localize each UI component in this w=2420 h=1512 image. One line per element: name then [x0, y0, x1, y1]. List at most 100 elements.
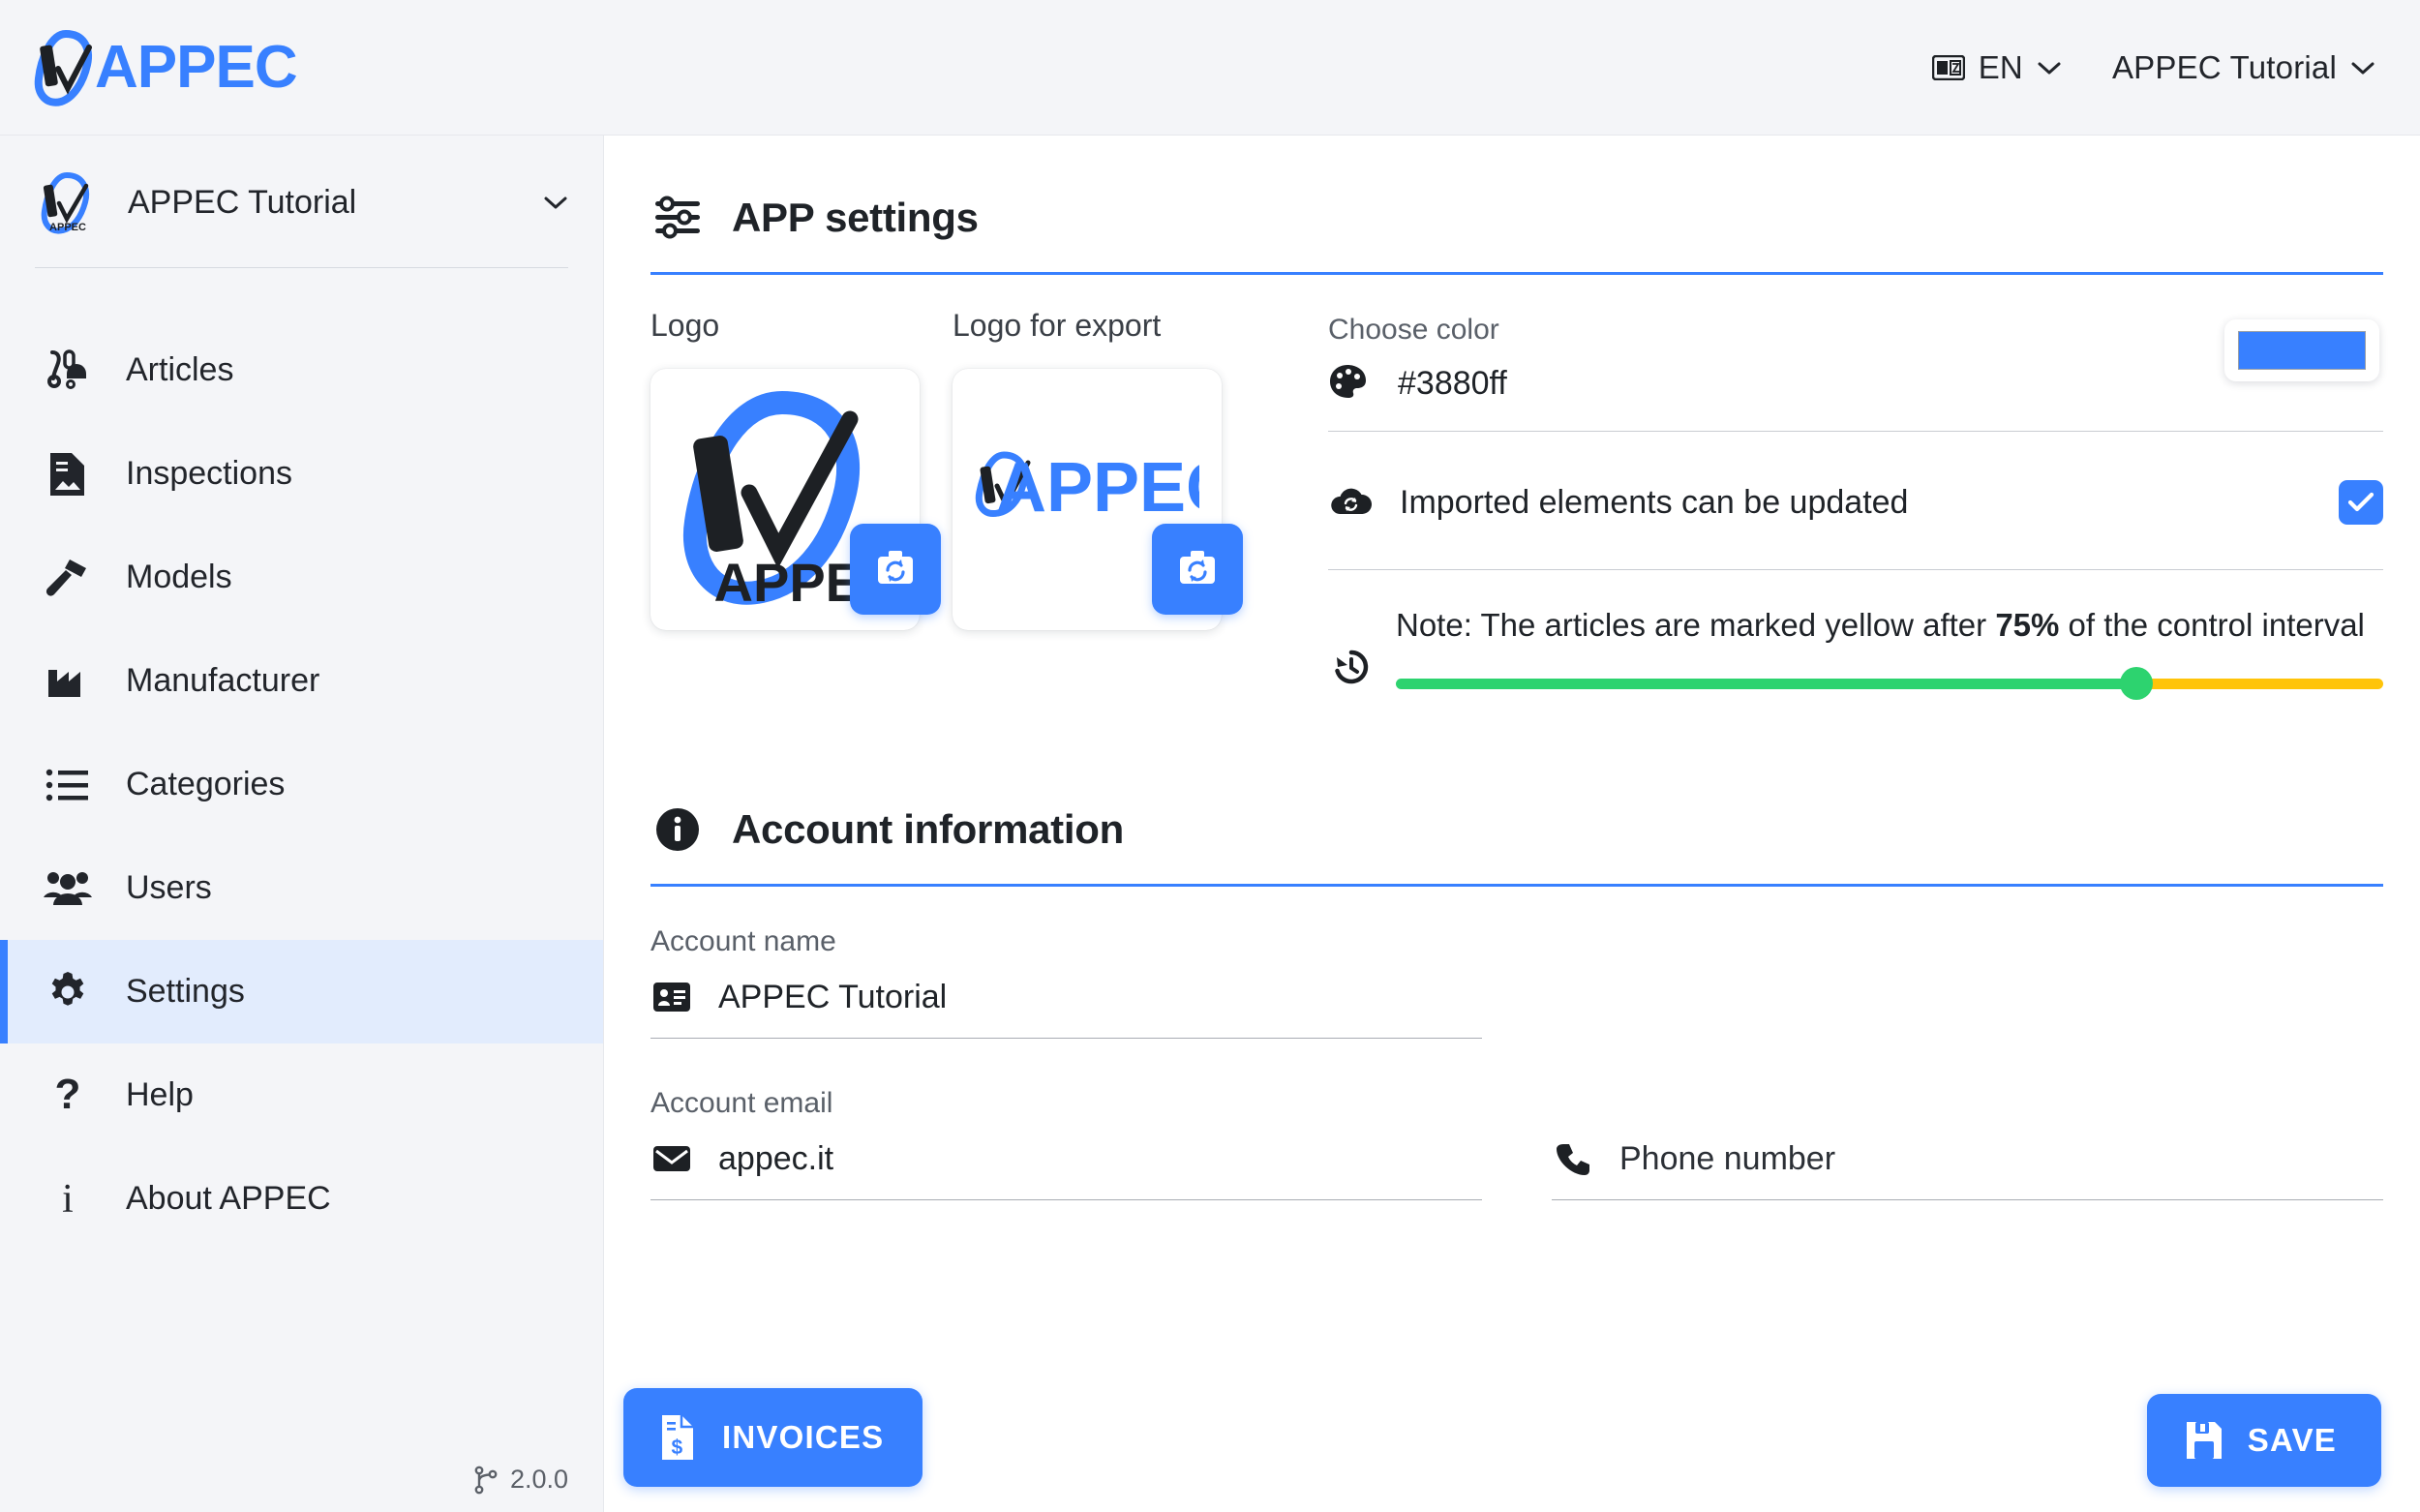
phone-number-input[interactable]: Phone number: [1552, 1120, 2383, 1201]
color-picker-button[interactable]: [2224, 319, 2379, 381]
logo-caption: Logo: [650, 308, 720, 343]
sidebar-item-models[interactable]: Models: [0, 526, 603, 629]
control-interval-note: Note: The articles are marked yellow aft…: [1396, 605, 2383, 646]
sidebar-item-categories[interactable]: Categories: [0, 733, 603, 836]
account-name-input[interactable]: APPEC Tutorial: [650, 958, 1482, 1040]
account-selector[interactable]: APPEC Tutorial: [2112, 49, 2375, 86]
color-value: #3880ff: [1398, 365, 1507, 402]
sidebar-item-label: Users: [126, 869, 212, 906]
phone-icon: [1552, 1137, 1594, 1180]
sidebar-item-about-appec[interactable]: i About APPEC: [0, 1147, 603, 1251]
language-selector[interactable]: EN: [1931, 48, 2062, 86]
sliders-icon: [650, 191, 705, 245]
language-label: EN: [1978, 48, 2023, 85]
account-email-input[interactable]: appec.it: [650, 1120, 1482, 1201]
logo-export-column: Logo for export APPEC: [953, 308, 1243, 700]
sidebar-item-label: Inspections: [126, 455, 292, 492]
git-branch-icon: [474, 1466, 498, 1494]
brand-name: APPEC: [95, 33, 298, 101]
account-name-spacer: [1552, 925, 2383, 1039]
phone-number-field: Phone number: [1552, 1087, 2383, 1201]
factory-icon: [43, 656, 93, 707]
check-icon: [2347, 492, 2375, 512]
appec-carabiner-logo-icon: [34, 29, 92, 106]
document-image-icon: [43, 449, 93, 499]
logo-export-caption: Logo for export: [953, 308, 1162, 343]
sidebar-item-label: Help: [126, 1076, 194, 1113]
brand-logo[interactable]: APPEC: [29, 26, 298, 109]
imported-updatable-checkbox[interactable]: [2339, 480, 2383, 525]
top-header: APPEC EN APPEC Tutorial: [0, 0, 2420, 136]
account-section-rule: [650, 884, 2383, 888]
app-body: APPEC APPEC Tutorial Articles Inspection…: [0, 136, 2420, 1512]
note-suffix: of the control interval: [2059, 607, 2365, 643]
save-button[interactable]: SAVE: [2146, 1394, 2381, 1487]
translate-icon: [1931, 54, 1965, 80]
svg-text:APPEC: APPEC: [996, 449, 1199, 527]
hammer-icon: [43, 553, 93, 603]
app-version: 2.0.0: [473, 1465, 568, 1495]
sidebar-item-settings[interactable]: Settings: [0, 940, 603, 1043]
sidebar-item-label: Articles: [126, 351, 234, 388]
logo-card[interactable]: APPEC: [650, 369, 941, 630]
color-swatch: [2238, 331, 2366, 370]
account-name-label: Account name: [650, 925, 836, 958]
sidebar-item-label: About APPEC: [126, 1180, 331, 1217]
account-name-row: Account name APPEC Tutorial: [650, 925, 2383, 1040]
sidebar-item-users[interactable]: Users: [0, 836, 603, 940]
account-selector-label: APPEC Tutorial: [2111, 48, 2337, 85]
info-circle-icon: [650, 802, 705, 857]
floppy-disk-icon: [2186, 1422, 2222, 1459]
phone-number-label: [1552, 1087, 2383, 1120]
invoices-button-label: INVOICES: [722, 1419, 885, 1455]
gear-icon: [43, 967, 93, 1017]
sidebar: APPEC APPEC Tutorial Articles Inspection…: [0, 136, 604, 1512]
phone-number-placeholder: Phone number: [1619, 1139, 1836, 1177]
logo-column: Logo APPEC: [650, 308, 941, 700]
slider-track-filled: [1396, 679, 2136, 690]
sidebar-divider: [35, 267, 568, 268]
settings-controls-column: Choose color #3880ff Imported elements c…: [1328, 308, 2383, 701]
sidebar-nav: Articles Inspections Models Manufacturer…: [0, 318, 603, 1251]
cloud-sync-icon: [1328, 482, 1373, 524]
camera-refresh-icon: [1180, 551, 1215, 584]
history-icon: [1328, 644, 1375, 690]
imported-updatable-label: Imported elements can be updated: [1400, 483, 1909, 521]
carabiner-helmet-icon: [43, 346, 93, 396]
slider-knob[interactable]: [2120, 667, 2153, 701]
sidebar-item-inspections[interactable]: Inspections: [0, 422, 603, 526]
app-version-label: 2.0.0: [509, 1465, 568, 1494]
sidebar-item-label: Manufacturer: [126, 662, 320, 699]
invoices-button[interactable]: $ INVOICES: [623, 1388, 923, 1487]
question-mark-icon: ?: [43, 1071, 93, 1121]
invoice-icon: $: [662, 1415, 693, 1460]
note-prefix: Note: The articles are marked yellow aft…: [1396, 607, 1996, 643]
sidebar-account-switcher[interactable]: APPEC APPEC Tutorial: [0, 136, 603, 267]
people-icon: [43, 863, 93, 914]
main-content: APP settings Logo APPEC Logo for export …: [604, 136, 2420, 1512]
chevron-down-icon: [2351, 62, 2375, 74]
control-interval-row: Note: The articles are marked yellow aft…: [1328, 570, 2383, 701]
app-settings-header: APP settings: [650, 136, 2383, 245]
slider-track-remainder: [2136, 679, 2383, 690]
logo-export-card[interactable]: APPEC: [953, 369, 1243, 630]
sidebar-item-label: Settings: [126, 973, 245, 1010]
upload-logo-button[interactable]: [850, 524, 941, 615]
account-name-field: Account name APPEC Tutorial: [650, 925, 1482, 1040]
page-title: APP settings: [732, 195, 979, 240]
sidebar-item-manufacturer[interactable]: Manufacturer: [0, 629, 603, 733]
chevron-down-icon: [2038, 62, 2061, 74]
note-percent: 75%: [1995, 607, 2060, 643]
sidebar-account-label: APPEC Tutorial: [128, 183, 357, 221]
account-email-label: Account email: [650, 1087, 833, 1120]
control-interval-slider[interactable]: [1396, 667, 2383, 701]
mail-icon: [650, 1137, 693, 1180]
control-interval-body: Note: The articles are marked yellow aft…: [1396, 605, 2383, 701]
sidebar-item-help[interactable]: ? Help: [0, 1043, 603, 1147]
appec-carabiner-logo-icon: APPEC: [41, 171, 89, 234]
camera-refresh-icon: [878, 551, 913, 584]
list-icon: [43, 760, 93, 810]
info-letter-icon: i: [43, 1174, 93, 1225]
sidebar-item-articles[interactable]: Articles: [0, 318, 603, 422]
upload-logo-export-button[interactable]: [1152, 524, 1243, 615]
